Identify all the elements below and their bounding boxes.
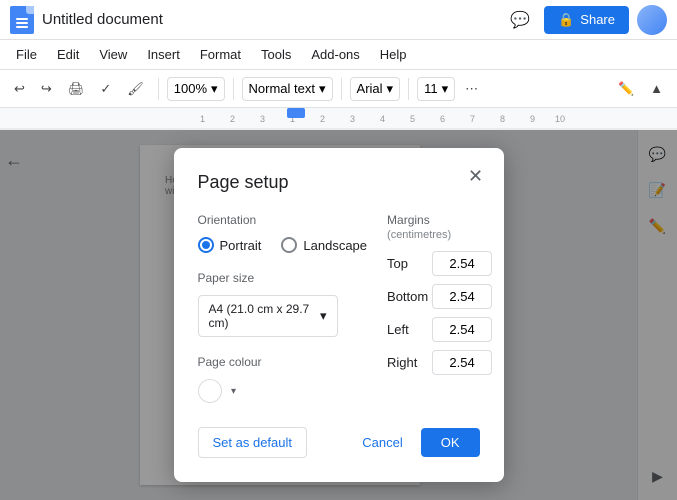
svg-text:3: 3 bbox=[260, 114, 265, 124]
svg-text:10: 10 bbox=[555, 114, 565, 124]
undo-button[interactable]: ↩ bbox=[8, 77, 31, 101]
svg-text:5: 5 bbox=[410, 114, 415, 124]
avatar[interactable] bbox=[637, 5, 667, 35]
menu-bar: File Edit View Insert Format Tools Add-o… bbox=[0, 40, 677, 70]
svg-text:1: 1 bbox=[200, 114, 205, 124]
paint-format-button[interactable]: 🖌 bbox=[121, 77, 150, 101]
svg-text:8: 8 bbox=[500, 114, 505, 124]
margins-label: Margins (centimetres) bbox=[387, 213, 492, 241]
portrait-option[interactable]: Portrait bbox=[198, 237, 262, 253]
toolbar: ↩ ↪ 🖨 ✓ 🖌 100% ▾ Normal text ▾ Arial ▾ 1… bbox=[0, 70, 677, 108]
svg-text:6: 6 bbox=[440, 114, 445, 124]
title-bar: Untitled document 💬 🔒 Share bbox=[0, 0, 677, 40]
more-options-button[interactable]: ⋯ bbox=[459, 77, 484, 101]
page-setup-dialog: Page setup ✕ Orientation Portrait Lands bbox=[174, 148, 504, 482]
spellcheck-button[interactable]: ✓ bbox=[94, 77, 117, 101]
doc-area: ← Headings that you add to the do... wil… bbox=[0, 130, 677, 500]
share-button[interactable]: 🔒 Share bbox=[544, 6, 629, 34]
chevron-down-icon: ▾ bbox=[320, 308, 327, 324]
menu-format[interactable]: Format bbox=[192, 43, 249, 66]
svg-text:2: 2 bbox=[230, 114, 235, 124]
svg-text:4: 4 bbox=[380, 114, 385, 124]
edit-pen-button[interactable]: ✏️ bbox=[612, 77, 640, 101]
orientation-label: Orientation bbox=[198, 213, 368, 227]
bottom-label: Bottom bbox=[387, 289, 432, 304]
svg-text:3: 3 bbox=[350, 114, 355, 124]
toolbar-separator-3 bbox=[341, 78, 342, 100]
dialog-title: Page setup bbox=[198, 172, 480, 193]
ruler: 1 2 3 1 2 3 4 5 6 7 8 9 10 bbox=[0, 108, 677, 130]
toolbar-separator bbox=[158, 78, 159, 100]
redo-button[interactable]: ↪ bbox=[35, 77, 58, 101]
left-input[interactable] bbox=[432, 317, 492, 342]
set-as-default-button[interactable]: Set as default bbox=[198, 427, 308, 458]
portrait-radio[interactable] bbox=[198, 237, 214, 253]
document-title[interactable]: Untitled document bbox=[42, 11, 496, 28]
zoom-dropdown[interactable]: 100% ▾ bbox=[167, 77, 225, 101]
page-colour-label: Page colour bbox=[198, 355, 368, 369]
footer-right-actions: Cancel OK bbox=[348, 428, 479, 457]
top-input[interactable] bbox=[432, 251, 492, 276]
cancel-button[interactable]: Cancel bbox=[348, 428, 416, 457]
style-dropdown[interactable]: Normal text ▾ bbox=[242, 77, 333, 101]
portrait-label: Portrait bbox=[220, 238, 262, 253]
right-label: Right bbox=[387, 355, 432, 370]
colour-dropdown-button[interactable]: ▾ bbox=[226, 383, 242, 399]
menu-file[interactable]: File bbox=[8, 43, 45, 66]
menu-addons[interactable]: Add-ons bbox=[303, 43, 367, 66]
left-margin-row: Left bbox=[387, 317, 492, 342]
collapse-button[interactable]: ▲ bbox=[644, 77, 669, 101]
ok-button[interactable]: OK bbox=[421, 428, 480, 457]
toolbar-separator-4 bbox=[408, 78, 409, 100]
app-icon bbox=[10, 6, 34, 34]
dialog-left-col: Orientation Portrait Landscape Paper siz… bbox=[198, 213, 368, 403]
paper-size-dropdown[interactable]: A4 (21.0 cm x 29.7 cm) ▾ bbox=[198, 295, 338, 337]
menu-insert[interactable]: Insert bbox=[139, 43, 188, 66]
orientation-options: Portrait Landscape bbox=[198, 237, 368, 253]
menu-edit[interactable]: Edit bbox=[49, 43, 87, 66]
colour-picker: ▾ bbox=[198, 379, 368, 403]
dialog-body: Orientation Portrait Landscape Paper siz… bbox=[198, 213, 480, 403]
landscape-option[interactable]: Landscape bbox=[281, 237, 367, 253]
right-margin-row: Right bbox=[387, 350, 492, 375]
menu-tools[interactable]: Tools bbox=[253, 43, 299, 66]
close-button[interactable]: ✕ bbox=[464, 164, 488, 188]
colour-swatch[interactable] bbox=[198, 379, 222, 403]
landscape-radio[interactable] bbox=[281, 237, 297, 253]
font-dropdown[interactable]: Arial ▾ bbox=[350, 77, 401, 101]
size-dropdown[interactable]: 11 ▾ bbox=[417, 77, 455, 101]
paper-size-value: A4 (21.0 cm x 29.7 cm) bbox=[209, 302, 320, 330]
menu-help[interactable]: Help bbox=[372, 43, 415, 66]
svg-text:7: 7 bbox=[470, 114, 475, 124]
left-label: Left bbox=[387, 322, 432, 337]
dialog-footer: Set as default Cancel OK bbox=[198, 427, 480, 458]
dialog-right-col: Margins (centimetres) Top Bottom bbox=[387, 213, 492, 403]
top-margin-row: Top bbox=[387, 251, 492, 276]
menu-view[interactable]: View bbox=[91, 43, 135, 66]
paper-size-label: Paper size bbox=[198, 271, 368, 285]
print-button[interactable]: 🖨 bbox=[62, 77, 91, 101]
modal-overlay: Page setup ✕ Orientation Portrait Lands bbox=[0, 130, 677, 500]
title-actions: 💬 🔒 Share bbox=[504, 4, 667, 36]
svg-text:2: 2 bbox=[320, 114, 325, 124]
landscape-label: Landscape bbox=[303, 238, 367, 253]
right-input[interactable] bbox=[432, 350, 492, 375]
toolbar-separator-2 bbox=[233, 78, 234, 100]
comment-icon[interactable]: 💬 bbox=[504, 4, 536, 36]
svg-text:9: 9 bbox=[530, 114, 535, 124]
top-label: Top bbox=[387, 256, 432, 271]
bottom-margin-row: Bottom bbox=[387, 284, 492, 309]
margins-unit: (centimetres) bbox=[387, 229, 451, 241]
bottom-input[interactable] bbox=[432, 284, 492, 309]
